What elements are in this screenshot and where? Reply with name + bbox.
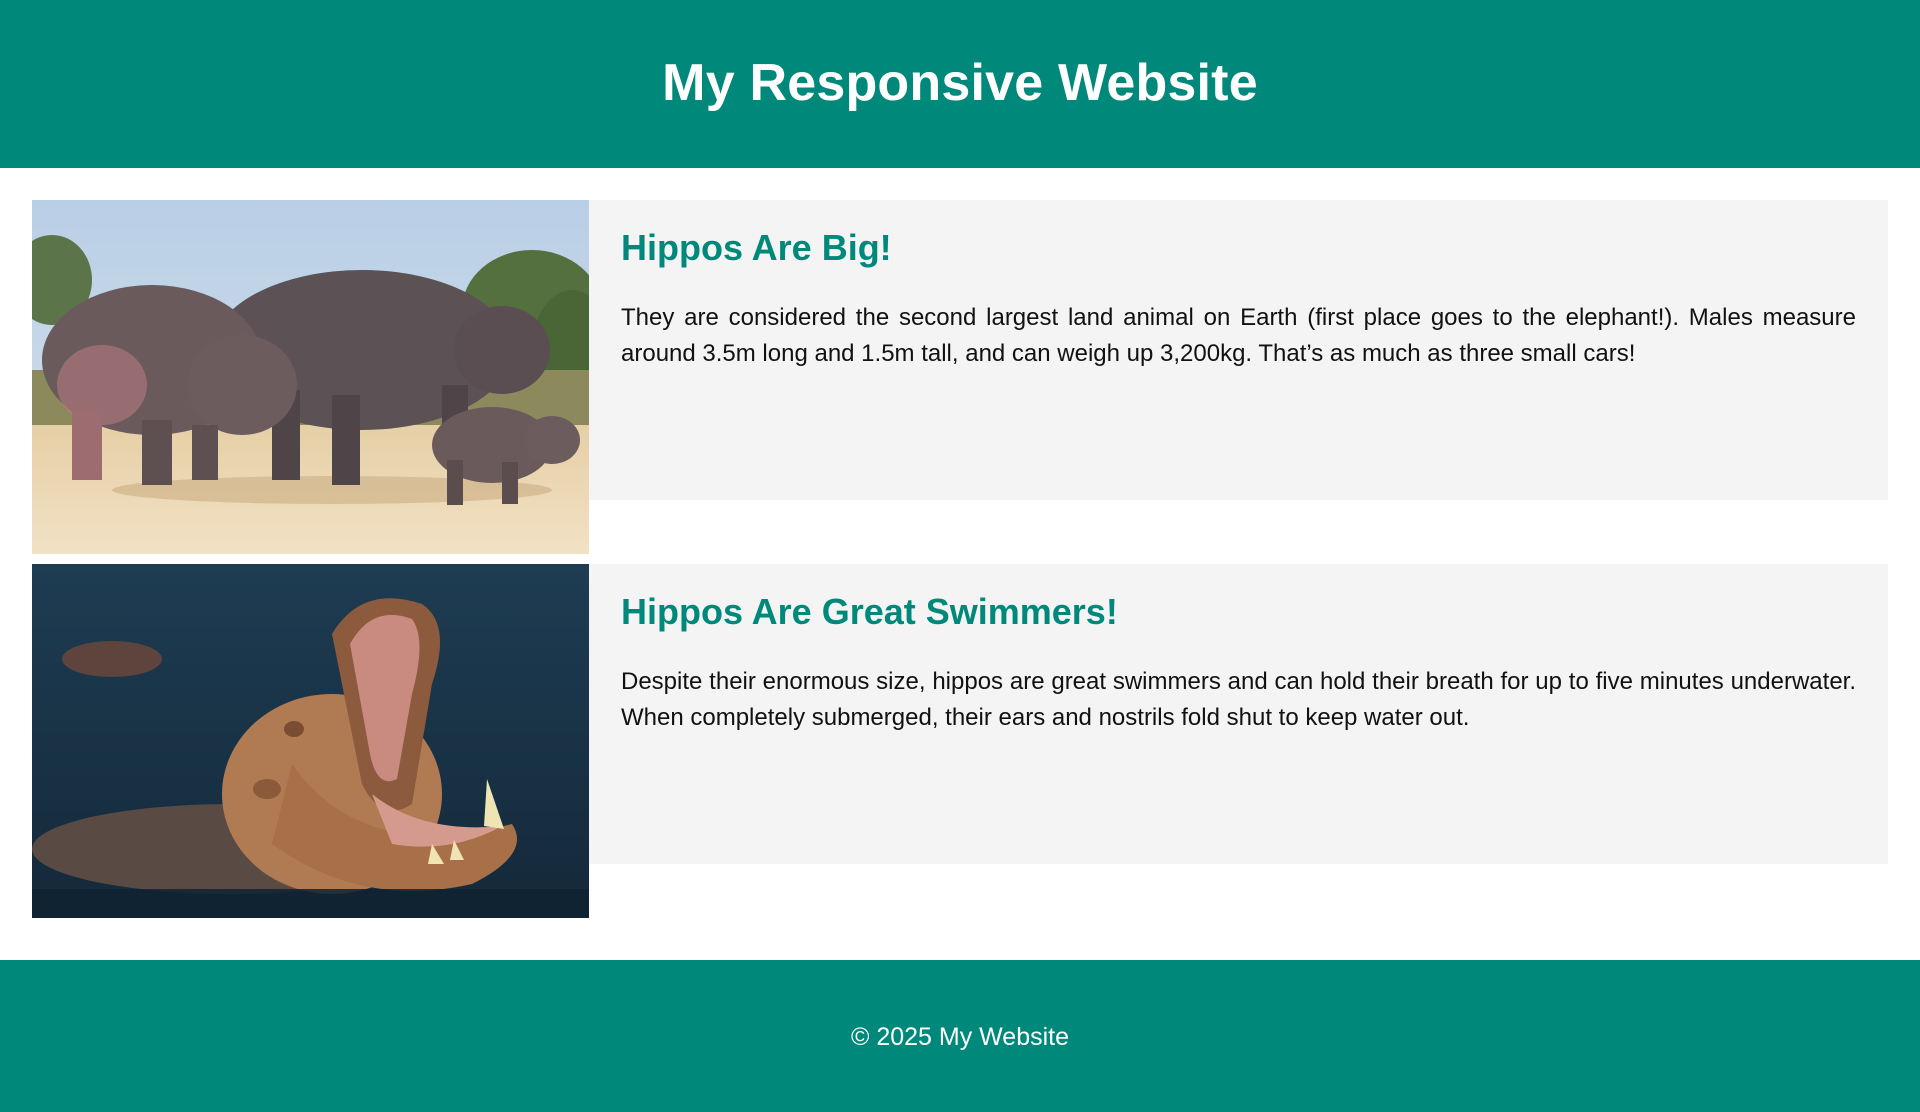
site-footer: © 2025 My Website (0, 960, 1920, 1112)
card-text: Despite their enormous size, hippos are … (621, 668, 1856, 731)
card-title: Hippos Are Big! (621, 227, 892, 268)
card-hippos-swimmers: Hippos Are Great Swimmers! Despite their… (32, 564, 1888, 918)
card-title: Hippos Are Great Swimmers! (621, 591, 1118, 632)
copyright-text: © 2025 My Website (850, 1022, 1070, 1051)
card-text: They are considered the second largest l… (621, 304, 1856, 367)
card-body: Hippos Are Great Swimmers! Despite their… (589, 564, 1888, 864)
card-hippos-big: Hippos Are Big! They are considered the … (32, 200, 1888, 554)
page-title: My Responsive Website (662, 53, 1258, 112)
card-body: Hippos Are Big! They are considered the … (589, 200, 1888, 500)
hippo-family-image (32, 200, 589, 554)
main-content: Hippos Are Big! They are considered the … (0, 168, 1920, 960)
yawning-hippo-image (32, 564, 589, 918)
hippo-family-photo-icon (32, 200, 589, 554)
yawning-hippo-photo-icon (32, 564, 589, 918)
site-header: My Responsive Website (0, 0, 1920, 168)
